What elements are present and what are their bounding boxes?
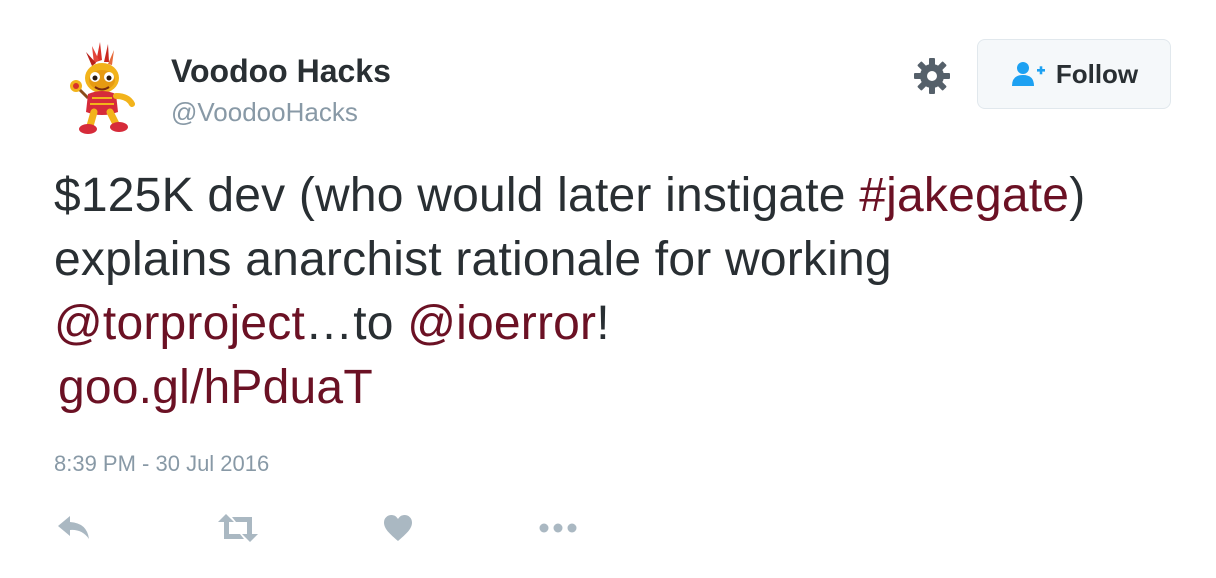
screen-name[interactable]: @VoodooHacks (171, 96, 358, 128)
voodoo-doll-avatar-icon (70, 42, 135, 134)
like-button[interactable] (382, 508, 414, 548)
mention-link-ioerror[interactable]: @ioerror (407, 297, 596, 350)
tweet-text: $125K dev (who would later instigate #ja… (54, 164, 1094, 420)
retweet-button[interactable] (216, 508, 260, 548)
retweet-icon (218, 514, 258, 542)
display-name[interactable]: Voodoo Hacks (171, 52, 391, 90)
reply-button[interactable] (56, 508, 92, 548)
more-button[interactable] (538, 508, 578, 548)
gear-icon (914, 58, 950, 94)
tweet-card: Voodoo Hacks @VoodooHacks Follow $125K d… (0, 0, 1216, 578)
tweet-actions (56, 508, 616, 548)
tweet-text-segment: $125K dev (who would later instigate (54, 169, 860, 222)
reply-icon (58, 516, 89, 539)
url-link[interactable]: goo.gl/hPduaT (58, 361, 373, 414)
tweet-timestamp[interactable]: 8:39 PM - 30 Jul 2016 (54, 450, 269, 478)
mention-link-torproject[interactable]: @torproject (54, 297, 305, 350)
hashtag-link[interactable]: #jakegate (859, 169, 1069, 222)
follow-button[interactable]: Follow (977, 39, 1171, 109)
heart-icon (384, 515, 412, 541)
add-user-icon (1011, 62, 1045, 86)
tweet-text-segment: …to (305, 297, 408, 350)
follow-button-label: Follow (1055, 59, 1139, 89)
avatar[interactable] (56, 38, 148, 138)
more-icon (539, 523, 577, 533)
tweet-text-segment: ! (596, 297, 610, 350)
settings-button[interactable] (912, 56, 952, 96)
